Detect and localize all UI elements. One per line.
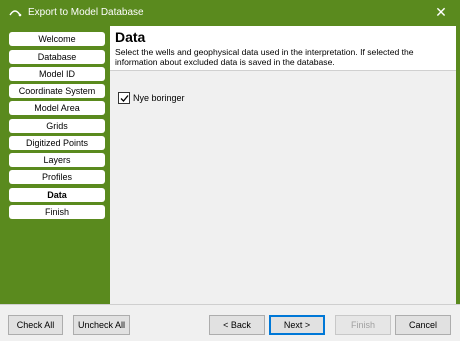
step-data[interactable]: Data: [9, 188, 105, 202]
export-wizard-window: Export to Model Database ✕ Welcome Datab…: [0, 0, 460, 341]
step-grids[interactable]: Grids: [9, 119, 105, 133]
nye-boringer-checkbox[interactable]: [118, 92, 130, 104]
nye-boringer-checkbox-row[interactable]: Nye boringer: [118, 92, 185, 104]
uncheck-all-button[interactable]: Uncheck All: [73, 315, 130, 335]
window-title: Export to Model Database: [28, 6, 144, 18]
app-icon: [8, 5, 22, 19]
next-button[interactable]: Next >: [269, 315, 325, 335]
step-model-area[interactable]: Model Area: [9, 101, 105, 115]
wizard-steps-sidebar: Welcome Database Model ID Coordinate Sys…: [3, 28, 109, 304]
step-database[interactable]: Database: [9, 50, 105, 64]
step-welcome[interactable]: Welcome: [9, 32, 105, 46]
step-profiles[interactable]: Profiles: [9, 170, 105, 184]
checkmark-icon: [120, 94, 129, 102]
nye-boringer-label: Nye boringer: [133, 93, 185, 103]
back-button[interactable]: < Back: [209, 315, 265, 335]
page-description: Select the wells and geophysical data us…: [115, 47, 414, 67]
step-finish[interactable]: Finish: [9, 205, 105, 219]
step-layers[interactable]: Layers: [9, 153, 105, 167]
step-model-id[interactable]: Model ID: [9, 67, 105, 81]
wizard-footer: Check All Uncheck All < Back Next > Fini…: [0, 304, 460, 341]
step-coordinate-system[interactable]: Coordinate System: [9, 84, 105, 98]
cancel-button[interactable]: Cancel: [395, 315, 451, 335]
close-icon[interactable]: ✕: [432, 3, 450, 21]
page-title: Data: [115, 29, 146, 45]
title-bar: Export to Model Database ✕: [0, 0, 460, 24]
check-all-button[interactable]: Check All: [8, 315, 63, 335]
page-header: Data Select the wells and geophysical da…: [110, 26, 456, 71]
step-digitized-points[interactable]: Digitized Points: [9, 136, 105, 150]
wizard-page-content: Data Select the wells and geophysical da…: [110, 26, 456, 304]
finish-button: Finish: [335, 315, 391, 335]
